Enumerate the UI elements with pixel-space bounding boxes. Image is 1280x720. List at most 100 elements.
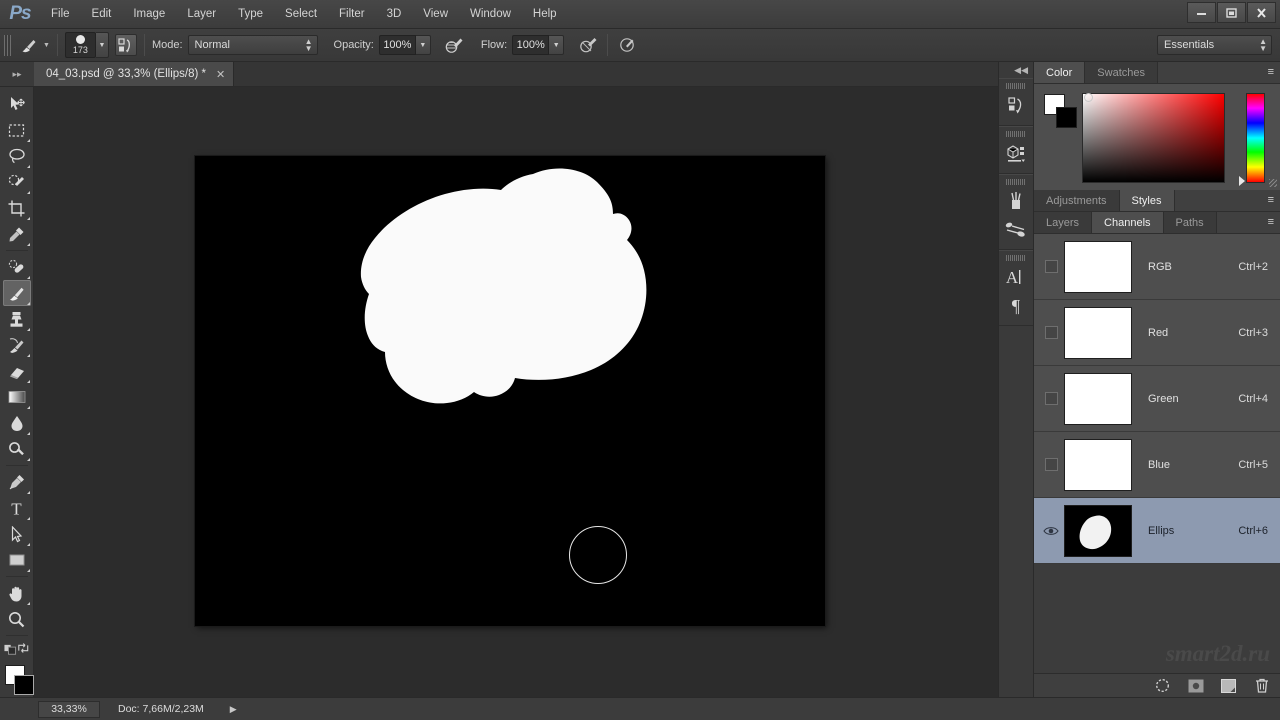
clone-stamp-tool[interactable] xyxy=(3,306,31,332)
channel-row-rgb[interactable]: RGB Ctrl+2 xyxy=(1034,234,1280,300)
hue-strip[interactable] xyxy=(1246,93,1265,183)
opacity-pressure-toggle[interactable] xyxy=(443,34,467,56)
blend-mode-select[interactable]: Normal ▲ ▼ xyxy=(187,35,318,55)
menu-edit[interactable]: Edit xyxy=(81,0,123,28)
save-selection-as-channel-button[interactable] xyxy=(1187,677,1204,694)
channel-row-blue[interactable]: Blue Ctrl+5 xyxy=(1034,432,1280,498)
eyedropper-tool[interactable] xyxy=(3,221,31,247)
move-tool[interactable] xyxy=(3,91,31,117)
document-tab-close-icon[interactable]: ✕ xyxy=(216,68,225,81)
rectangular-marquee-tool[interactable] xyxy=(3,117,31,143)
default-colors-icon[interactable] xyxy=(4,641,17,655)
brush-preset-caret-icon[interactable]: ▼ xyxy=(43,42,50,49)
crop-tool[interactable] xyxy=(3,195,31,221)
paragraph-panel-icon[interactable]: ¶ xyxy=(999,291,1033,319)
menu-type[interactable]: Type xyxy=(227,0,274,28)
channel-row-red[interactable]: Red Ctrl+3 xyxy=(1034,300,1280,366)
rail-grip[interactable] xyxy=(1006,179,1026,185)
minimize-button[interactable] xyxy=(1187,2,1216,23)
tab-paths[interactable]: Paths xyxy=(1163,212,1217,233)
brush-presets-panel-icon[interactable] xyxy=(999,187,1033,215)
background-color-swatch[interactable] xyxy=(14,675,34,695)
canvas-area[interactable] xyxy=(34,87,998,697)
tab-layers[interactable]: Layers xyxy=(1034,212,1093,233)
workspace-switcher[interactable]: Essentials ▲ ▼ xyxy=(1157,35,1272,55)
menu-layer[interactable]: Layer xyxy=(176,0,227,28)
path-selection-tool[interactable] xyxy=(3,521,31,547)
zoom-level-field[interactable]: 33,33% xyxy=(38,700,100,718)
pen-tool[interactable] xyxy=(3,469,31,495)
delete-channel-button[interactable] xyxy=(1253,677,1270,694)
dodge-tool[interactable] xyxy=(3,436,31,462)
character-panel-icon[interactable]: A xyxy=(999,263,1033,291)
menu-filter[interactable]: Filter xyxy=(328,0,376,28)
color-panel-resize-grip[interactable] xyxy=(1269,179,1277,187)
rail-grip[interactable] xyxy=(1006,83,1026,89)
menu-window[interactable]: Window xyxy=(459,0,522,28)
channel-visibility-toggle[interactable] xyxy=(1038,260,1064,273)
opacity-value[interactable]: 100% xyxy=(378,35,416,55)
new-channel-button[interactable] xyxy=(1220,677,1237,694)
spot-healing-brush-tool[interactable] xyxy=(3,254,31,280)
brush-size-preview[interactable]: 173 xyxy=(64,32,96,58)
rail-collapse-button[interactable]: ◀◀ xyxy=(999,62,1033,78)
history-panel-icon[interactable] xyxy=(999,91,1033,119)
menu-help[interactable]: Help xyxy=(522,0,568,28)
tab-channels[interactable]: Channels xyxy=(1092,212,1164,233)
document-tab[interactable]: 04_03.psd @ 33,3% (Ellips/8) * ✕ xyxy=(34,62,235,86)
channels-panel-menu-icon[interactable]: ≡ xyxy=(1268,216,1274,228)
flow-value[interactable]: 100% xyxy=(512,35,550,55)
document-canvas[interactable] xyxy=(195,156,825,626)
color-panel-background-swatch[interactable] xyxy=(1056,107,1077,128)
color-panel-menu-icon[interactable]: ≡ xyxy=(1268,66,1274,78)
menu-view[interactable]: View xyxy=(412,0,459,28)
rail-grip[interactable] xyxy=(1006,131,1026,137)
tablet-pressure-toggle-button[interactable] xyxy=(615,34,639,56)
eraser-tool[interactable] xyxy=(3,358,31,384)
options-bar-grip[interactable] xyxy=(4,34,11,56)
brush-preset-dropdown[interactable]: ▼ xyxy=(95,32,109,58)
blur-tool[interactable] xyxy=(3,410,31,436)
tab-color[interactable]: Color xyxy=(1034,62,1086,83)
brush-tool[interactable] xyxy=(2,280,31,306)
color-picker-handle[interactable] xyxy=(1084,93,1093,102)
quick-selection-tool[interactable] xyxy=(3,169,31,195)
menu-3d[interactable]: 3D xyxy=(376,0,413,28)
status-menu-arrow-icon[interactable]: ▶ xyxy=(230,704,237,715)
flow-dropdown[interactable]: ▼ xyxy=(549,35,565,55)
menu-file[interactable]: File xyxy=(40,0,81,28)
channel-row-green[interactable]: Green Ctrl+4 xyxy=(1034,366,1280,432)
history-brush-tool[interactable] xyxy=(3,332,31,358)
tab-swatches[interactable]: Swatches xyxy=(1085,62,1158,83)
hand-tool[interactable] xyxy=(3,580,31,606)
toggle-brush-panel-button[interactable] xyxy=(114,34,137,56)
close-button[interactable] xyxy=(1247,2,1276,23)
color-spectrum-field[interactable] xyxy=(1082,93,1225,183)
load-channel-as-selection-button[interactable] xyxy=(1154,677,1171,694)
rectangle-tool[interactable] xyxy=(3,547,31,573)
tab-styles[interactable]: Styles xyxy=(1119,190,1175,211)
gradient-tool[interactable] xyxy=(3,384,31,410)
channel-visibility-toggle[interactable] xyxy=(1038,525,1064,537)
channel-row-ellips[interactable]: Ellips Ctrl+6 xyxy=(1034,498,1280,564)
tabs-collapse-handle[interactable]: ▸▸ xyxy=(0,62,34,87)
type-tool[interactable]: T xyxy=(3,495,31,521)
lasso-tool[interactable] xyxy=(3,143,31,169)
adjustments-panel-menu-icon[interactable]: ≡ xyxy=(1268,194,1274,206)
swap-colors-icon[interactable] xyxy=(17,642,30,654)
maximize-button[interactable] xyxy=(1217,2,1246,23)
brush-panel-icon[interactable] xyxy=(999,215,1033,243)
rail-grip[interactable] xyxy=(1006,255,1026,261)
mini-bridge-panel-icon[interactable] xyxy=(999,139,1033,167)
opacity-dropdown[interactable]: ▼ xyxy=(415,35,431,55)
color-panel[interactable] xyxy=(1034,84,1280,190)
zoom-tool[interactable] xyxy=(3,606,31,632)
channel-visibility-toggle[interactable] xyxy=(1038,392,1064,405)
menu-image[interactable]: Image xyxy=(122,0,176,28)
color-panel-swatches[interactable] xyxy=(1044,94,1078,128)
airbrush-toggle-button[interactable] xyxy=(576,34,600,56)
menu-select[interactable]: Select xyxy=(274,0,328,28)
channel-visibility-toggle[interactable] xyxy=(1038,326,1064,339)
channel-visibility-toggle[interactable] xyxy=(1038,458,1064,471)
tab-adjustments[interactable]: Adjustments xyxy=(1034,190,1120,211)
